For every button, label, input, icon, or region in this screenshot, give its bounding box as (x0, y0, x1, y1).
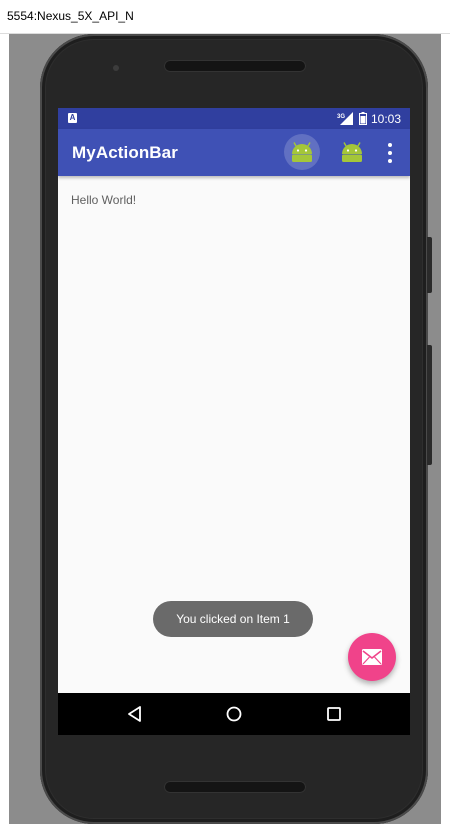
more-vert-icon[interactable] (382, 141, 398, 165)
home-icon (226, 706, 242, 722)
network-type-label: 3G (337, 114, 345, 120)
email-fab-button[interactable] (348, 633, 396, 681)
action-item-2[interactable] (334, 134, 370, 170)
email-icon (362, 649, 382, 665)
notification-icon: A (68, 113, 77, 123)
app-title: MyActionBar (72, 143, 178, 162)
navigation-bar (58, 693, 410, 735)
power-button[interactable] (427, 237, 432, 293)
android-icon (292, 142, 312, 162)
front-camera (113, 65, 119, 71)
toast-message: You clicked on Item 1 (153, 601, 313, 637)
back-icon (128, 706, 141, 722)
status-bar: A 3G 10:03 (58, 108, 410, 129)
recents-icon (327, 707, 341, 721)
action-bar: MyActionBar (58, 129, 410, 176)
device-screen: A 3G 10:03 MyActionBar Hello World! You … (58, 108, 410, 735)
emulator-title-bar: 5554:Nexus_5X_API_N (0, 0, 450, 34)
home-button[interactable] (224, 704, 244, 724)
action-item-1[interactable] (284, 134, 320, 170)
back-button[interactable] (125, 704, 145, 724)
volume-button[interactable] (427, 345, 432, 465)
emulator-title: 5554:Nexus_5X_API_N (7, 9, 134, 23)
android-icon (342, 142, 362, 162)
hello-world-text: Hello World! (71, 193, 137, 207)
signal-icon: 3G (337, 112, 353, 125)
battery-icon (359, 112, 367, 125)
status-clock: 10:03 (371, 112, 402, 126)
top-speaker-grille (164, 60, 306, 72)
bottom-speaker-grille (164, 781, 306, 793)
recents-button[interactable] (324, 704, 344, 724)
